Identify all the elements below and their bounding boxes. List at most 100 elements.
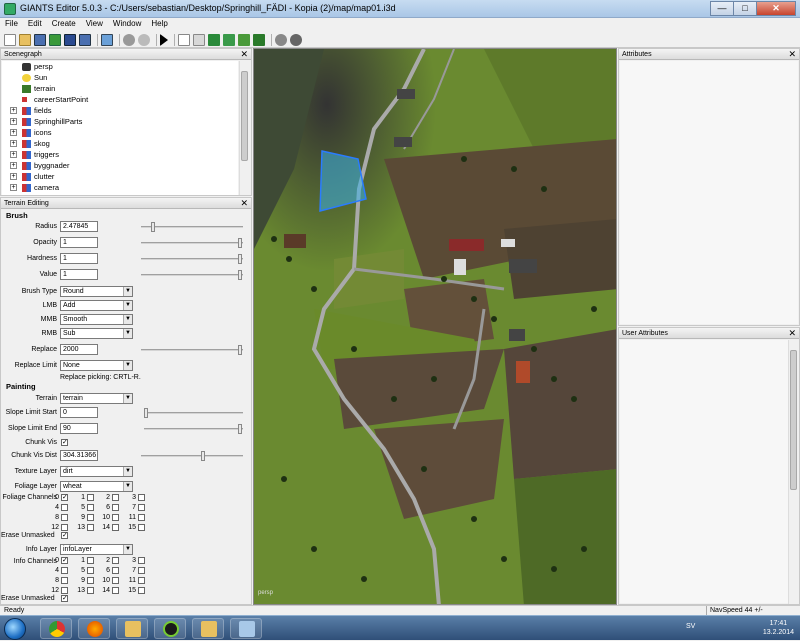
chunk-vis-checkbox[interactable]: ✓ <box>61 439 68 446</box>
start-button[interactable] <box>4 618 26 640</box>
radius-slider[interactable] <box>141 222 243 232</box>
chunk-vis-dist-slider[interactable] <box>141 451 243 461</box>
tree-item-triggers[interactable]: + triggers <box>10 149 59 160</box>
play-icon[interactable] <box>160 33 168 46</box>
save-icon[interactable] <box>34 33 46 46</box>
slope-limit-start-field[interactable]: 0 <box>60 407 98 418</box>
hardness-slider[interactable] <box>141 254 243 264</box>
menu-view[interactable]: View <box>81 18 108 32</box>
info-channel-checkbox[interactable] <box>112 557 119 564</box>
expand-icon[interactable]: + <box>10 162 17 169</box>
foliage-layer-select[interactable]: wheat ▼ <box>60 481 133 492</box>
info-channel-checkbox[interactable]: ✓ <box>61 557 68 564</box>
terrain-sculpt-icon[interactable] <box>208 33 220 46</box>
close-icon[interactable]: ✕ <box>788 328 796 338</box>
info-layer-select[interactable]: infoLayer ▼ <box>60 544 133 555</box>
info-channel-checkbox[interactable] <box>112 577 119 584</box>
radius-field[interactable]: 2.47845 <box>60 221 98 232</box>
foliage-channel-checkbox[interactable] <box>61 514 68 521</box>
taskbar-firefox[interactable] <box>78 618 110 639</box>
foliage-channel-checkbox[interactable] <box>138 524 145 531</box>
menu-window[interactable]: Window <box>108 18 146 32</box>
taskbar-giants-editor[interactable] <box>230 618 262 639</box>
menu-help[interactable]: Help <box>146 18 172 32</box>
erase-unmasked-checkbox[interactable]: ✓ <box>61 532 68 539</box>
opacity-slider[interactable] <box>141 238 243 248</box>
info-channel-checkbox[interactable] <box>138 587 145 594</box>
tree-item-fields[interactable]: + fields <box>10 105 52 116</box>
redo-icon[interactable] <box>138 33 150 46</box>
tree-item-camera[interactable]: + camera <box>10 182 59 193</box>
expand-icon[interactable]: + <box>10 118 17 125</box>
expand-icon[interactable]: + <box>10 151 17 158</box>
texture-layer-select[interactable]: dirt ▼ <box>60 466 133 477</box>
info-channel-checkbox[interactable] <box>138 557 145 564</box>
taskbar-spotify[interactable] <box>154 618 186 639</box>
value-slider[interactable] <box>141 270 243 280</box>
foliage-channel-checkbox[interactable] <box>87 504 94 511</box>
maximize-button[interactable]: □ <box>733 1 757 16</box>
foliage-channel-checkbox[interactable] <box>112 504 119 511</box>
info-channel-checkbox[interactable] <box>87 577 94 584</box>
value-field[interactable]: 1 <box>60 269 98 280</box>
new-file-icon[interactable] <box>4 33 16 46</box>
menu-create[interactable]: Create <box>47 18 81 32</box>
info-channel-checkbox[interactable] <box>61 567 68 574</box>
refresh-icon[interactable] <box>49 33 61 46</box>
foliage-channel-checkbox[interactable] <box>112 514 119 521</box>
tree-item-byggnader[interactable]: + byggnader <box>10 160 69 171</box>
undo-icon[interactable] <box>123 33 135 46</box>
slope-limit-start-slider[interactable] <box>144 408 243 418</box>
save-all-icon[interactable] <box>64 33 76 46</box>
foliage-channel-checkbox[interactable]: ✓ <box>61 494 68 501</box>
slope-limit-end-field[interactable]: 90 <box>60 423 98 434</box>
scenegraph-scrollbar[interactable] <box>239 61 250 195</box>
info-channel-checkbox[interactable] <box>112 587 119 594</box>
scrollbar-thumb[interactable] <box>790 350 797 490</box>
info-channel-checkbox[interactable] <box>87 557 94 564</box>
foliage-channel-checkbox[interactable] <box>112 494 119 501</box>
replace-field[interactable]: 2000 <box>60 344 98 355</box>
tree-item-springhillparts[interactable]: + SpringhillParts <box>10 116 82 127</box>
tree-item-clutter[interactable]: + clutter <box>10 171 54 182</box>
language-indicator[interactable]: SV <box>686 623 695 630</box>
foliage-channel-checkbox[interactable] <box>138 494 145 501</box>
tree-item-careerstartpoint[interactable]: careerStartPoint <box>22 94 88 105</box>
info-channel-checkbox[interactable] <box>61 577 68 584</box>
erase-unmasked-2-checkbox[interactable]: ✓ <box>61 595 68 602</box>
tree-item-icons[interactable]: + icons <box>10 127 52 138</box>
foliage-channel-checkbox[interactable] <box>61 524 68 531</box>
opacity-field[interactable]: 1 <box>60 237 98 248</box>
info-channel-checkbox[interactable] <box>87 567 94 574</box>
foliage-channel-checkbox[interactable] <box>138 514 145 521</box>
expand-icon[interactable]: + <box>10 129 17 136</box>
foliage-channel-checkbox[interactable] <box>87 494 94 501</box>
taskbar-chrome[interactable] <box>40 618 72 639</box>
chunk-vis-dist-field[interactable]: 304.31366 <box>60 450 98 461</box>
foliage-channel-checkbox[interactable] <box>112 524 119 531</box>
grass-icon[interactable] <box>253 33 265 46</box>
foliage-channel-checkbox[interactable] <box>138 504 145 511</box>
settings-icon[interactable] <box>290 33 302 46</box>
menu-file[interactable]: File <box>0 18 23 32</box>
tree-item-terrain[interactable]: terrain <box>22 83 55 94</box>
tree-item-persp[interactable]: persp <box>22 61 53 72</box>
info-channel-checkbox[interactable] <box>87 587 94 594</box>
minimize-button[interactable]: — <box>710 1 734 16</box>
lmb-select[interactable]: Add ▼ <box>60 300 133 311</box>
scenegraph-tree[interactable]: persp Sun terrain careerStartPoint + fie… <box>2 61 238 195</box>
select-icon[interactable] <box>178 33 190 46</box>
replace-slider[interactable] <box>141 345 243 355</box>
3d-viewport[interactable]: persp <box>253 48 617 605</box>
gear-icon[interactable] <box>275 33 287 46</box>
tree-item-skog[interactable]: + skog <box>10 138 50 149</box>
replace-limit-select[interactable]: None ▼ <box>60 360 133 371</box>
info-channel-checkbox[interactable] <box>138 567 145 574</box>
open-folder-icon[interactable] <box>19 33 31 46</box>
close-button[interactable]: ✕ <box>756 1 796 16</box>
clock[interactable]: 17:41 13.2.2014 <box>763 619 794 637</box>
scrollbar-thumb[interactable] <box>241 71 248 161</box>
close-icon[interactable]: ✕ <box>240 49 248 59</box>
foliage-channel-checkbox[interactable] <box>61 504 68 511</box>
tree-item-sun[interactable]: Sun <box>22 72 47 83</box>
